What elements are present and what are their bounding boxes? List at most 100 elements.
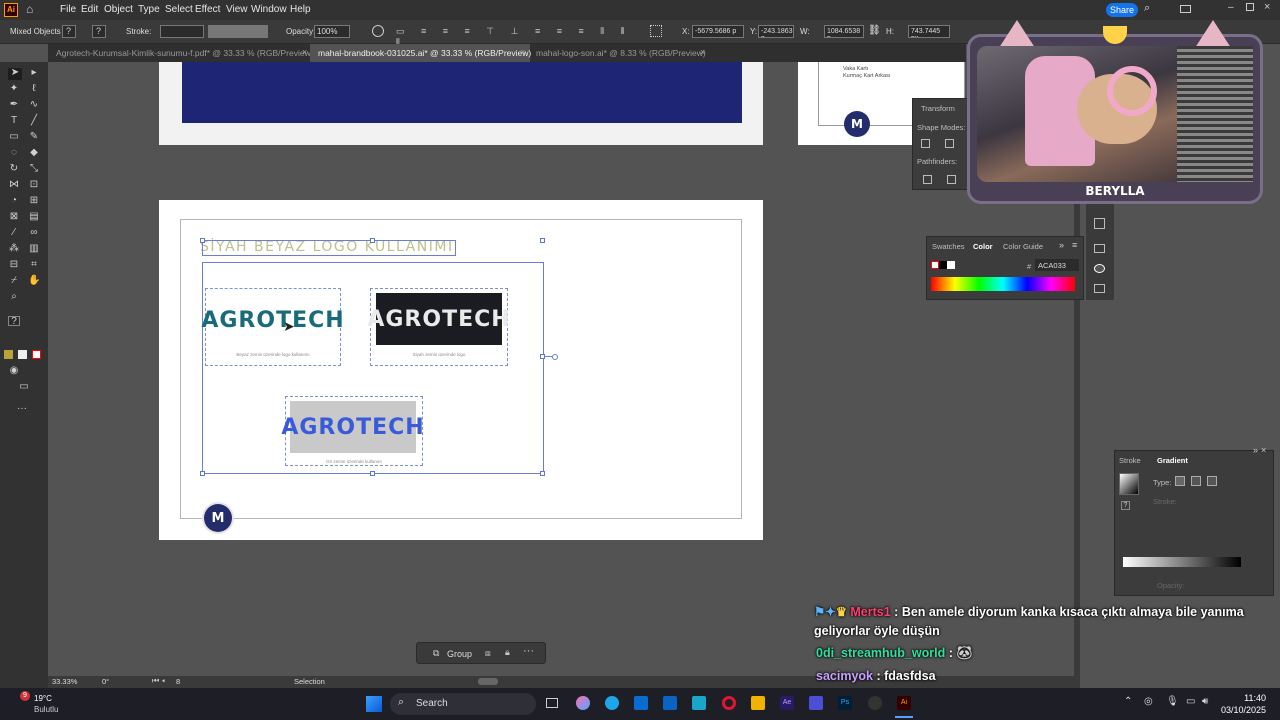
divide-icon[interactable] [923, 175, 932, 184]
menu-effect[interactable]: Effect [195, 4, 220, 15]
transform-ref-icon[interactable] [650, 25, 662, 37]
slice-tool-icon[interactable]: ⌗ [28, 260, 40, 270]
hand-tool-icon[interactable]: ✋ [28, 276, 40, 286]
h-field[interactable]: 743.7445 px [908, 25, 950, 38]
rotation-level[interactable]: 0° [102, 677, 109, 686]
artboard-number[interactable]: 8 [176, 677, 180, 686]
menu-select[interactable]: Select [165, 4, 193, 15]
layers-icon[interactable] [1094, 218, 1105, 229]
menu-window[interactable]: Window [251, 4, 287, 15]
symbol-sprayer-tool-icon[interactable]: ⁂ [8, 244, 20, 254]
gradient-preview[interactable] [1119, 473, 1139, 495]
eyedropper-alt-icon[interactable]: ⌿ [8, 276, 20, 286]
tab-mahal-logo[interactable]: mahal-logo-son.ai* @ 8.33 % (RGB/Preview… [528, 44, 710, 62]
color-mode-icon[interactable] [18, 350, 27, 359]
linear-gradient-icon[interactable] [1175, 476, 1185, 486]
curvature-tool-icon[interactable]: ∿ [28, 100, 40, 110]
screen-mode-icon[interactable]: ▭ [18, 382, 30, 392]
menu-type[interactable]: Type [138, 4, 160, 15]
task-view-icon[interactable] [546, 698, 558, 708]
lasso-tool-icon[interactable]: ℓ [28, 84, 40, 94]
panel-close-icon[interactable]: × [1261, 445, 1266, 455]
tab-gradient[interactable]: Gradient [1157, 456, 1188, 465]
more-tools-icon[interactable]: ··· [16, 404, 28, 414]
fill-stroke-icon[interactable]: ? [1121, 501, 1130, 510]
agrotech-logo-dark[interactable]: AGROTECH [367, 293, 510, 345]
remote-desktop-icon[interactable] [692, 696, 706, 710]
after-effects-icon[interactable]: Ae [780, 696, 794, 710]
minus-front-icon[interactable] [945, 139, 954, 148]
file-explorer-icon[interactable] [751, 696, 765, 710]
home-icon[interactable]: ⌂ [26, 3, 38, 15]
tab-close-icon[interactable]: × [700, 47, 705, 57]
minimize-icon[interactable]: – [1228, 2, 1234, 13]
collapse-icon[interactable]: » [1059, 240, 1064, 250]
more-options-icon[interactable]: ··· [523, 645, 534, 657]
volume-icon[interactable]: 🔊︎ [1202, 696, 1208, 707]
pen-tool-icon[interactable]: ✒ [8, 100, 20, 110]
stroke-swatch[interactable]: ? [92, 25, 106, 38]
none-icon[interactable] [32, 350, 41, 359]
paintbrush-tool-icon[interactable]: ✎ [28, 132, 40, 142]
tab-swatches[interactable]: Swatches [932, 242, 965, 251]
edge-icon[interactable] [605, 696, 619, 710]
fill-swatch[interactable]: ? [62, 25, 76, 38]
magic-wand-tool-icon[interactable]: ✦ [8, 84, 20, 94]
artboard-nav-icons[interactable]: ⏮ ◂ [152, 676, 165, 686]
variable-width-profile[interactable] [208, 25, 268, 38]
tray-chevron-icon[interactable]: ⌃ [1124, 696, 1132, 707]
x-field[interactable]: -5679.5686 p [692, 25, 744, 38]
handle[interactable] [370, 471, 375, 476]
color-spectrum[interactable] [931, 277, 1075, 291]
tab-color[interactable]: Color [973, 242, 993, 251]
outlook-icon[interactable] [663, 696, 677, 710]
align-icons[interactable]: ▭ ≡ ≡ ≡ ⊤ ⊥ ≡ ≡ ≡ ⫴ ⫴ ⫴ [396, 26, 646, 47]
freeform-gradient-icon[interactable] [1207, 476, 1217, 486]
opera-icon[interactable] [722, 696, 736, 710]
eraser-tool-icon[interactable]: ◆ [28, 148, 40, 158]
mesh-tool-icon[interactable]: ⊠ [8, 212, 20, 222]
perspective-grid-tool-icon[interactable]: ⊞ [28, 196, 40, 206]
workspace-icon[interactable] [1180, 5, 1191, 13]
close-icon[interactable]: × [1264, 1, 1270, 13]
handle[interactable] [370, 238, 375, 243]
start-button-icon[interactable] [366, 696, 382, 712]
agrotech-logo-white[interactable]: AGROTECH [201, 302, 343, 338]
agrotech-logo-grey[interactable]: AGROTECH [281, 401, 424, 453]
menu-edit[interactable]: Edit [81, 4, 98, 15]
handle[interactable] [200, 471, 205, 476]
teams-icon[interactable] [809, 696, 823, 710]
network-icon[interactable]: ▭ [1186, 696, 1195, 707]
black-swatch[interactable] [939, 261, 947, 269]
menu-help[interactable]: Help [290, 4, 311, 15]
column-graph-tool-icon[interactable]: ▥ [28, 244, 40, 254]
tab-close-icon[interactable]: × [520, 47, 525, 57]
collapse-icon[interactable]: » [1253, 445, 1258, 455]
lock-icon[interactable]: 🔒︎ [505, 647, 510, 658]
default-colors-icon[interactable] [4, 350, 13, 359]
zoom-level[interactable]: 33.33% [52, 677, 77, 686]
direct-selection-tool-icon[interactable]: ▸ [28, 68, 40, 78]
stroke-weight-field[interactable] [160, 25, 204, 38]
group-button[interactable]: Group [447, 649, 472, 659]
fill-icon[interactable]: ? [8, 316, 20, 327]
properties-icon[interactable] [1094, 284, 1105, 293]
appearance-icon[interactable] [1094, 264, 1105, 273]
microphone-icon[interactable]: 🎙︎ [1166, 696, 1179, 707]
none-swatch[interactable] [931, 261, 939, 269]
illustrator-icon[interactable]: Ai [897, 696, 911, 710]
trim-icon[interactable] [947, 175, 956, 184]
obs-icon[interactable] [868, 696, 882, 710]
shape-builder-tool-icon[interactable]: ◔ [8, 196, 20, 206]
clock-time[interactable]: 11:40 [1230, 693, 1266, 703]
weather-desc[interactable]: Bulutlu [34, 705, 58, 714]
tab-agrotech-pdf[interactable]: Agrotech-Kurumsal-Kimlik-sunumu-f.pdf* @… [48, 44, 314, 62]
store-icon[interactable] [634, 696, 648, 710]
w-field[interactable]: 1084.6538 p [824, 25, 864, 38]
selection-tool-icon[interactable]: ➤ [8, 68, 22, 80]
blend-tool-icon[interactable]: ∞ [28, 228, 40, 238]
rotate-tool-icon[interactable]: ↻ [8, 164, 20, 174]
isolate-icon[interactable]: ⧈ [485, 648, 491, 659]
shaper-tool-icon[interactable]: ◌ [8, 148, 20, 158]
copilot-icon[interactable] [576, 696, 590, 710]
